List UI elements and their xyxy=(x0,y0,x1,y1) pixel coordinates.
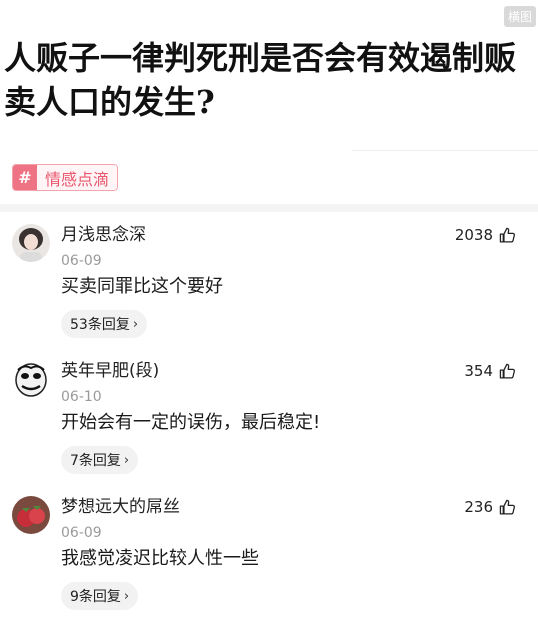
replies-button[interactable]: 9条回复 › xyxy=(61,582,139,610)
thumb-up-icon xyxy=(499,227,515,243)
comment-date: 06-09 xyxy=(61,253,102,269)
question-title: 人贩子一律判死刑是否会有效遏制贩卖人口的发生? xyxy=(4,39,517,121)
strawberry-avatar xyxy=(12,496,50,534)
comment-item: 英年早肥(段) 06-10 开始会有一定的误伤，最后稳定! 7条回复 › 354 xyxy=(0,360,538,490)
avatar[interactable] xyxy=(12,224,50,262)
like-button[interactable]: 2038 xyxy=(455,224,516,246)
chevron-right-icon: › xyxy=(123,452,130,468)
like-count: 2038 xyxy=(454,226,493,244)
comment-text: 买卖同罪比这个要好 xyxy=(61,276,223,297)
comment-text: 开始会有一定的误伤，最后稳定! xyxy=(61,412,321,433)
topic-label: 情感点滴 xyxy=(37,165,118,190)
meme-face-avatar xyxy=(12,360,50,398)
topic-tag[interactable]: # 情感点滴 xyxy=(12,164,119,191)
username[interactable]: 月浅思念深 xyxy=(61,224,146,246)
chevron-right-icon: › xyxy=(123,588,130,604)
thumb-up-icon xyxy=(499,363,515,379)
woman-portrait-avatar xyxy=(12,224,50,262)
replies-button[interactable]: 53条回复 › xyxy=(61,310,148,338)
replies-button[interactable]: 7条回复 › xyxy=(61,446,139,474)
section-divider xyxy=(0,204,538,212)
replies-count: 53条回复 xyxy=(70,317,130,333)
landscape-badge: 横图 xyxy=(503,6,536,27)
like-button[interactable]: 236 xyxy=(464,496,516,518)
comment-date: 06-09 xyxy=(61,525,102,541)
like-count: 354 xyxy=(464,362,493,380)
username[interactable]: 梦想远大的屌丝 xyxy=(61,496,180,518)
replies-count: 7条回复 xyxy=(70,453,121,469)
username[interactable]: 英年早肥(段) xyxy=(61,360,159,382)
thumb-up-icon xyxy=(499,499,515,515)
like-count: 236 xyxy=(464,498,493,516)
avatar[interactable] xyxy=(12,360,50,398)
comment-date: 06-10 xyxy=(61,389,102,405)
chevron-right-icon: › xyxy=(132,316,139,332)
replies-count: 9条回复 xyxy=(70,589,121,605)
like-button[interactable]: 354 xyxy=(464,360,516,382)
avatar[interactable] xyxy=(12,496,50,534)
hash-icon: # xyxy=(13,165,37,190)
comment-text: 我感觉凌迟比较人性一些 xyxy=(61,548,259,569)
divider xyxy=(352,150,538,151)
comment-item: 梦想远大的屌丝 06-09 我感觉凌迟比较人性一些 9条回复 › 236 xyxy=(0,496,538,620)
comment-item: 月浅思念深 06-09 买卖同罪比这个要好 53条回复 › 2038 xyxy=(0,224,538,354)
